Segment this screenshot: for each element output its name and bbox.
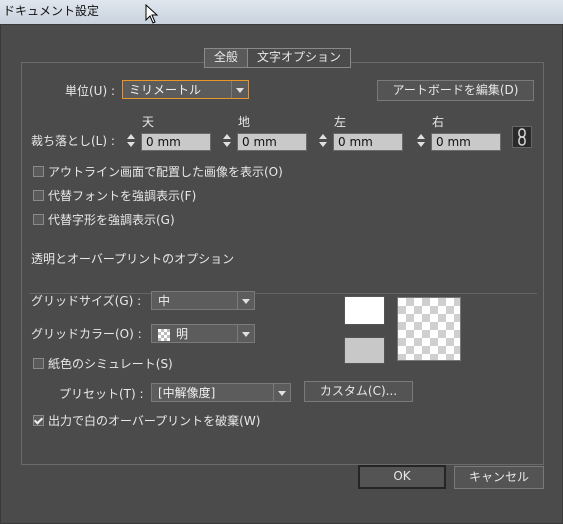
title-bar: ドキュメント設定 xyxy=(0,0,563,24)
discard-overprint-checkbox[interactable] xyxy=(33,415,44,426)
checker-swatch-icon xyxy=(158,328,170,341)
cancel-button[interactable]: キャンセル xyxy=(454,466,544,489)
grid-color-swatch-light[interactable] xyxy=(344,296,385,325)
grid-color-swatch-dark[interactable] xyxy=(344,337,385,364)
chevron-down-icon xyxy=(273,384,290,401)
grid-color-value-wrap: 明 xyxy=(158,326,188,342)
bleed-bottom-stepper-icon[interactable] xyxy=(220,133,234,149)
simulate-paper-checkbox[interactable] xyxy=(33,358,44,369)
grid-size-value: 中 xyxy=(158,294,171,308)
bleed-top-stepper-icon[interactable] xyxy=(124,133,138,149)
custom-button[interactable]: カスタム(C)... xyxy=(304,381,413,402)
highlight-fonts-label: 代替フォントを強調表示(F) xyxy=(48,189,197,203)
highlight-fonts-checkbox[interactable] xyxy=(33,190,44,201)
grid-size-dropdown[interactable]: 中 xyxy=(151,291,255,310)
show-images-outline-checkbox[interactable] xyxy=(33,166,44,177)
highlight-glyphs-label: 代替字形を強調表示(G) xyxy=(48,213,175,227)
discard-overprint-label: 出力で白のオーバープリントを破棄(W) xyxy=(48,414,261,428)
simulate-paper-label: 紙色のシミュレート(S) xyxy=(48,357,173,371)
transparency-grid-preview xyxy=(397,297,461,361)
mouse-cursor-icon xyxy=(145,4,159,24)
bleed-label: 裁ち落とし(L) : xyxy=(31,134,115,148)
bleed-header-top: 天 xyxy=(142,115,155,129)
document-setup-dialog: 全般 文字オプション 単位(U) : ミリメートル アートボードを編集(D) 天… xyxy=(0,24,563,524)
link-bleed-button[interactable] xyxy=(512,126,532,148)
bleed-left-field[interactable]: 0 mm xyxy=(333,133,403,151)
bleed-right-field[interactable]: 0 mm xyxy=(431,133,501,151)
bleed-header-right: 右 xyxy=(432,115,445,129)
window-title: ドキュメント設定 xyxy=(3,4,100,18)
grid-color-dropdown[interactable]: 明 xyxy=(151,324,255,343)
tab-bar: 全般 文字オプション xyxy=(204,48,352,68)
grid-color-value: 明 xyxy=(176,327,189,341)
show-images-outline-label: アウトライン画面で配置した画像を表示(O) xyxy=(48,165,283,179)
tab-type-options[interactable]: 文字オプション xyxy=(248,49,350,67)
units-value: ミリメートル xyxy=(129,83,202,97)
chevron-down-icon xyxy=(237,292,254,309)
units-dropdown[interactable]: ミリメートル xyxy=(122,80,249,99)
edit-artboards-button[interactable]: アートボードを編集(D) xyxy=(377,80,534,101)
bleed-right-stepper-icon[interactable] xyxy=(414,133,428,149)
grid-color-label: グリッドカラー(O) : xyxy=(31,327,142,341)
chain-link-icon xyxy=(518,128,526,146)
highlight-glyphs-checkbox[interactable] xyxy=(33,214,44,225)
chevron-down-icon xyxy=(231,81,248,98)
tab-general[interactable]: 全般 xyxy=(205,49,249,67)
bleed-bottom-field[interactable]: 0 mm xyxy=(237,133,307,151)
preset-dropdown[interactable]: [中解像度] xyxy=(151,383,291,402)
units-label: 単位(U) : xyxy=(65,84,116,98)
bleed-left-stepper-icon[interactable] xyxy=(316,133,330,149)
chevron-down-icon xyxy=(237,325,254,342)
grid-size-label: グリッドサイズ(G) : xyxy=(31,294,142,308)
preset-label: プリセット(T) : xyxy=(59,387,144,401)
preset-value: [中解像度] xyxy=(158,386,216,400)
bleed-top-field[interactable]: 0 mm xyxy=(141,133,211,151)
bleed-header-left: 左 xyxy=(334,115,347,129)
bleed-header-bottom: 地 xyxy=(238,115,251,129)
transparency-section-title: 透明とオーバープリントのオプション xyxy=(31,252,235,266)
ok-button[interactable]: OK xyxy=(358,465,446,489)
